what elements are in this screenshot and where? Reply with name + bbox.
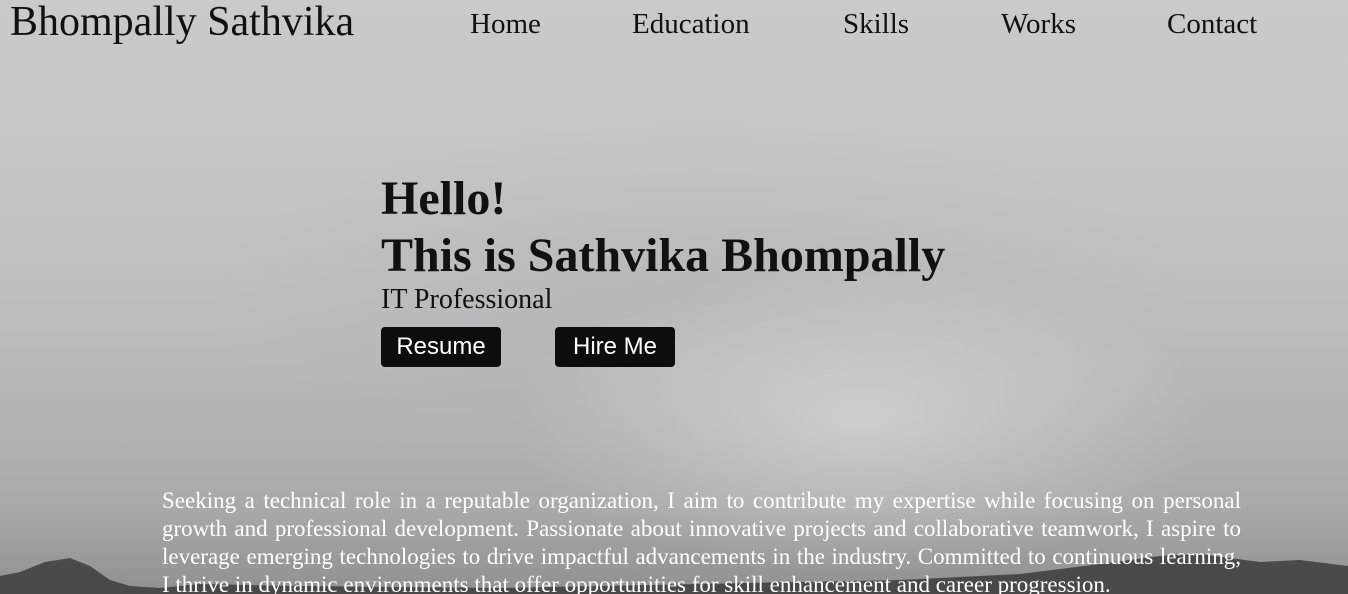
nav-skills[interactable]: Skills (843, 8, 909, 41)
hero-greeting: Hello! (381, 172, 507, 225)
site-header: Bhompally Sathvika Home Education Skills… (0, 0, 1348, 57)
nav-contact[interactable]: Contact (1167, 8, 1257, 41)
hire-me-button[interactable]: Hire Me (555, 327, 675, 367)
about-paragraph: Seeking a technical role in a reputable … (162, 488, 1241, 594)
hero-role: IT Professional (381, 284, 553, 315)
nav-works[interactable]: Works (1001, 8, 1076, 41)
nav-home[interactable]: Home (470, 8, 541, 41)
hero-intro-heading: This is Sathvika Bhompally (381, 229, 946, 282)
nav-education[interactable]: Education (632, 8, 750, 41)
resume-button[interactable]: Resume (381, 327, 501, 367)
brand-name: Bhompally Sathvika (10, 0, 355, 45)
